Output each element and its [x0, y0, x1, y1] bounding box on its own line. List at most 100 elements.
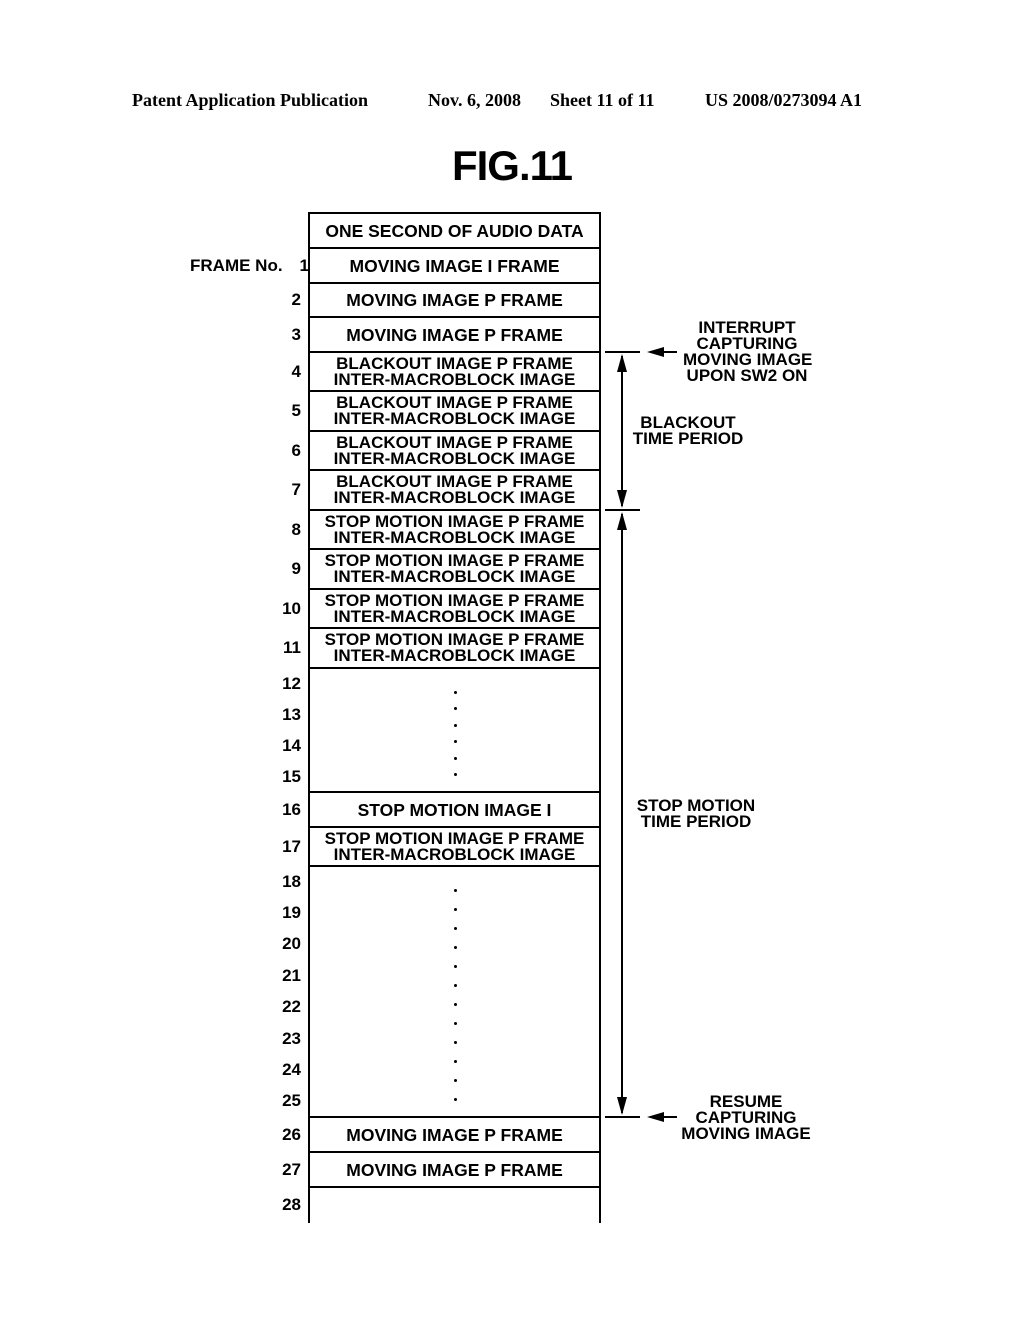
frame-number: 17: [282, 836, 301, 856]
frame-number: 15: [282, 766, 301, 786]
frame-number: 3: [291, 324, 301, 344]
frame-number: 28: [282, 1195, 301, 1214]
ellipsis-dot: [453, 1041, 457, 1044]
frame-cell-text: INTER-MACROBLOCK IMAGE: [333, 369, 576, 389]
publication-date: Nov. 6, 2008: [428, 90, 522, 110]
interrupt-note-line: UPON SW2 ON: [686, 366, 808, 385]
blackout-arrowhead-down: [617, 490, 627, 508]
frame-cell-text: INTER-MACROBLOCK IMAGE: [333, 844, 576, 864]
ellipsis-dot: [453, 965, 457, 968]
ellipsis-dot: [453, 1003, 457, 1006]
frame-number: 18: [282, 871, 301, 891]
ellipsis-dot: [453, 889, 457, 892]
frame-cell-text: INTER-MACROBLOCK IMAGE: [333, 606, 576, 626]
frame-cell: STOP MOTION IMAGE P FRAME INTER-MACROBLOC…: [308, 509, 601, 550]
frame-cell-text: MOVING IMAGE P FRAME: [346, 324, 563, 345]
frame-cell-text: INTER-MACROBLOCK IMAGE: [333, 448, 576, 468]
frame-cell: MOVING IMAGE P FRAME: [308, 1116, 601, 1153]
frame-cell: BLACKOUT IMAGE P FRAME INTER-MACROBLOCK I…: [308, 469, 601, 511]
blackout-period-line: TIME PERIOD: [632, 429, 744, 448]
frame-number: 5: [291, 401, 301, 420]
frame-number: 14: [282, 735, 301, 755]
frame-number: 10: [282, 598, 301, 618]
frame-number: 16: [282, 799, 301, 819]
frame-no-label: FRAME No.: [190, 256, 283, 275]
frame-cell: MOVING IMAGE P FRAME: [308, 282, 601, 318]
stop-motion-arrowhead-down: [617, 1097, 627, 1115]
frame-cell: BLACKOUT IMAGE P FRAME INTER-MACROBLOCK I…: [308, 430, 601, 471]
frame-number: 6: [291, 440, 301, 460]
ellipsis-dot: [453, 1022, 457, 1025]
resume-note: RESUME CAPTURING MOVING IMAGE: [676, 1093, 816, 1143]
frame-cell: BLACKOUT IMAGE P FRAME INTER-MACROBLOCK I…: [308, 351, 601, 392]
figure-title: FIG.11: [451, 142, 573, 189]
frame-number: 11: [283, 638, 301, 657]
frame-number: 23: [282, 1028, 301, 1048]
frame-number: 2: [291, 290, 301, 309]
frame-number: 13: [282, 704, 301, 724]
interrupt-note: INTERRUPT CAPTURING MOVING IMAGE UPON SW…: [683, 319, 812, 385]
frame-number: 1: [299, 255, 309, 275]
ellipsis-dot: [453, 756, 457, 760]
ellipsis-dot: [453, 1079, 457, 1082]
ellipsis-dot: [453, 740, 457, 744]
frame-number: 20: [282, 934, 301, 954]
frame-cell-text: INTER-MACROBLOCK IMAGE: [333, 567, 576, 586]
frame-cell: STOP MOTION IMAGE P FRAME INTER-MACROBLOC…: [308, 826, 601, 867]
patent-number: US 2008/0273094 A1: [705, 90, 863, 110]
frame-number: 22: [282, 997, 301, 1017]
stop-motion-period-line: TIME PERIOD: [640, 812, 752, 831]
frame-cell: STOP MOTION IMAGE I: [308, 791, 601, 828]
ellipsis-dot: [453, 908, 457, 911]
ellipsis-dot: [453, 1098, 457, 1101]
frame-number: 27: [282, 1159, 301, 1179]
frame-cell: [308, 1186, 601, 1223]
ellipsis-dot: [453, 707, 457, 711]
ellipsis-dots: [453, 669, 457, 795]
frame-cell-text: MOVING IMAGE P FRAME: [346, 1124, 563, 1145]
ellipsis-dot: [453, 984, 457, 987]
interrupt-pointer-arrowhead: [647, 347, 664, 357]
frame-number: 25: [282, 1091, 301, 1111]
ellipsis-dots: [453, 867, 457, 1120]
frame-number: 26: [282, 1124, 301, 1144]
frame-cell-text: INTER-MACROBLOCK IMAGE: [333, 488, 576, 507]
frame-cell: BLACKOUT IMAGE P FRAME INTER-MACROBLOCK I…: [308, 390, 601, 432]
frame-cell: STOP MOTION IMAGE P FRAME INTER-MACROBLOC…: [308, 627, 601, 669]
frame-cell: STOP MOTION IMAGE P FRAME INTER-MACROBLOC…: [308, 548, 601, 590]
publication-label: Patent Application Publication: [132, 90, 369, 110]
ellipsis-dot: [453, 691, 457, 694]
ellipsis-dot: [453, 723, 457, 727]
ellipsis-dot: [453, 946, 457, 949]
frame-number: 24: [282, 1059, 301, 1079]
stop-motion-arrowhead-up: [617, 512, 627, 530]
ellipsis-dot: [453, 927, 457, 930]
frame-cell-text: INTER-MACROBLOCK IMAGE: [333, 527, 576, 547]
resume-note-line: MOVING IMAGE: [681, 1124, 811, 1143]
frame-number: 8: [291, 519, 301, 539]
blackout-period-note: BLACKOUT TIME PERIOD: [629, 414, 747, 448]
frame-cell-text: INTER-MACROBLOCK IMAGE: [333, 409, 576, 428]
ellipsis-dot: [453, 773, 457, 776]
audio-data-label: ONE SECOND OF AUDIO DATA: [325, 221, 584, 241]
ellipsis-cell: [308, 667, 601, 793]
blackout-arrowhead-up: [617, 354, 627, 372]
sheet-number: Sheet 11 of 11: [550, 90, 655, 110]
frame-cell-text: MOVING IMAGE I FRAME: [349, 255, 560, 276]
frame-number: 4: [291, 361, 301, 381]
frame-number: 12: [282, 673, 301, 693]
frame-number: 21: [282, 965, 301, 985]
frame-cell: MOVING IMAGE I FRAME: [308, 247, 601, 284]
ellipsis-dot: [453, 1060, 457, 1063]
frame-cell: MOVING IMAGE P FRAME: [308, 316, 601, 353]
resume-pointer-arrowhead: [647, 1112, 664, 1122]
frame-cell-text: MOVING IMAGE P FRAME: [346, 290, 563, 310]
stop-motion-period-note: STOP MOTION TIME PERIOD: [630, 797, 762, 831]
frame-cell-text: STOP MOTION IMAGE I: [357, 799, 552, 820]
audio-data-cell: ONE SECOND OF AUDIO DATA: [308, 212, 601, 250]
ellipsis-cell: [308, 865, 601, 1118]
frame-cell: MOVING IMAGE P FRAME: [308, 1151, 601, 1188]
frame-cell-text: MOVING IMAGE P FRAME: [346, 1159, 563, 1180]
frame-number: 19: [282, 903, 301, 923]
frame-cell: STOP MOTION IMAGE P FRAME INTER-MACROBLOC…: [308, 588, 601, 629]
